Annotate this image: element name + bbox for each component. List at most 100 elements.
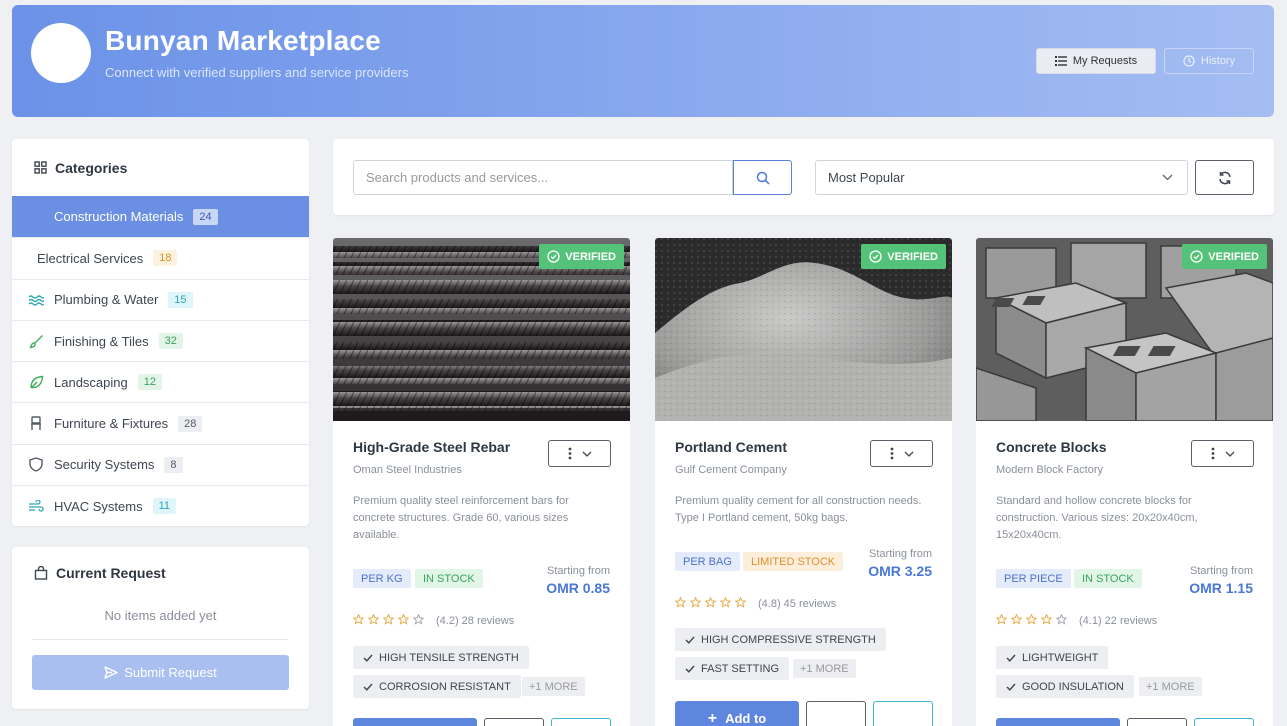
contact-button[interactable] xyxy=(551,718,611,726)
feature-label: CORROSION RESISTANT xyxy=(379,680,511,693)
shopping-bag-icon xyxy=(34,566,48,580)
product-supplier: Modern Block Factory xyxy=(996,464,1103,476)
refresh-button[interactable] xyxy=(1195,160,1254,195)
category-count-badge: 24 xyxy=(193,208,218,225)
sidebar-item-label: Landscaping xyxy=(54,374,128,390)
product-options-dropdown[interactable] xyxy=(1191,440,1254,467)
feature-label: FAST SETTING xyxy=(701,662,780,675)
check-icon xyxy=(1006,683,1016,691)
product-image: VERIFIED xyxy=(976,238,1273,421)
my-requests-button[interactable]: My Requests xyxy=(1036,48,1156,74)
price-label: Starting from xyxy=(1190,565,1253,577)
sidebar-item-label: Electrical Services xyxy=(37,250,144,266)
more-vertical-icon xyxy=(1211,447,1214,460)
category-count-badge: 15 xyxy=(168,291,193,308)
category-count-badge: 8 xyxy=(164,456,183,473)
water-waves-icon xyxy=(28,292,44,308)
verified-label: VERIFIED xyxy=(565,250,616,263)
sidebar-item-label: Furniture & Fixtures xyxy=(54,416,169,432)
details-button[interactable] xyxy=(484,718,544,726)
add-to-request-button[interactable]: + Add to xyxy=(675,701,799,726)
product-options-dropdown[interactable] xyxy=(870,440,933,467)
product-price: OMR 0.85 xyxy=(546,580,610,596)
category-count-badge: 11 xyxy=(152,498,177,515)
chair-icon xyxy=(28,416,44,432)
star-icon xyxy=(1010,613,1023,625)
feature-tag: FAST SETTING xyxy=(675,657,790,680)
history-button[interactable]: History xyxy=(1164,48,1254,74)
contact-button[interactable] xyxy=(1194,718,1254,726)
sidebar-item-label: Construction Materials xyxy=(54,209,184,225)
sidebar-item-hvac-systems[interactable]: HVAC Systems 11 xyxy=(12,485,309,526)
product-options-dropdown[interactable] xyxy=(548,440,611,467)
sidebar-item-security-systems[interactable]: Security Systems 8 xyxy=(12,443,309,485)
chevron-down-icon xyxy=(904,451,913,457)
stock-tag: LIMITED STOCK xyxy=(743,552,844,571)
history-icon xyxy=(1183,55,1195,67)
search-button[interactable] xyxy=(733,160,792,195)
rating-stars xyxy=(995,613,1071,628)
feature-label: LIGHTWEIGHT xyxy=(1022,651,1099,664)
star-icon xyxy=(1025,613,1038,625)
product-title: Portland Cement xyxy=(675,439,788,455)
leaf-icon xyxy=(28,374,44,390)
search-toolbar: Search products and services... Most Pop… xyxy=(333,139,1274,215)
check-icon xyxy=(685,636,695,644)
price-label: Starting from xyxy=(547,565,610,577)
star-icon xyxy=(397,613,410,625)
feature-label: HIGH COMPRESSIVE STRENGTH xyxy=(701,633,876,646)
submit-request-button[interactable]: Submit Request xyxy=(32,655,289,690)
details-button[interactable] xyxy=(1127,718,1187,726)
sidebar-item-furniture-fixtures[interactable]: Furniture & Fixtures 28 xyxy=(12,402,309,443)
search-placeholder: Search products and services... xyxy=(366,170,549,185)
shield-icon xyxy=(28,457,44,473)
unit-tag: PER KG xyxy=(353,569,411,588)
product-description: Premium quality cement for all construct… xyxy=(675,495,922,524)
more-features-tag[interactable]: +1 MORE xyxy=(1139,677,1202,696)
search-input[interactable]: Search products and services... xyxy=(353,160,733,195)
add-to-request-button[interactable] xyxy=(353,718,477,726)
rating-text: (4.2) 28 reviews xyxy=(436,615,515,627)
search-icon xyxy=(756,171,770,185)
product-price: OMR 1.15 xyxy=(1189,580,1253,596)
category-count-badge: 12 xyxy=(137,374,162,391)
sort-select[interactable]: Most Popular xyxy=(815,160,1188,195)
product-card-steel-rebar[interactable]: VERIFIED High-Grade Steel Rebar Oman Ste… xyxy=(333,238,630,726)
product-title: Concrete Blocks xyxy=(996,439,1107,455)
brand-logo xyxy=(31,23,91,83)
unit-tag: PER BAG xyxy=(675,552,740,571)
sidebar-item-electrical-services[interactable]: Electrical Services 18 xyxy=(12,237,309,278)
sidebar-item-construction-materials[interactable]: Construction Materials 24 xyxy=(12,196,309,238)
more-features-tag[interactable]: +1 MORE xyxy=(522,677,585,696)
rating-text: (4.8) 45 reviews xyxy=(758,598,837,610)
product-card-concrete-blocks[interactable]: VERIFIED Concrete Blocks Modern Block Fa… xyxy=(976,238,1273,726)
check-circle-icon xyxy=(869,250,882,263)
contact-button[interactable] xyxy=(873,701,933,726)
product-supplier: Oman Steel Industries xyxy=(353,464,462,476)
more-vertical-icon xyxy=(890,447,893,460)
details-button[interactable] xyxy=(806,701,866,726)
star-icon xyxy=(382,613,395,625)
add-to-request-button[interactable] xyxy=(996,718,1120,726)
sidebar-item-landscaping[interactable]: Landscaping 12 xyxy=(12,361,309,402)
sidebar-item-plumbing-water[interactable]: Plumbing & Water 15 xyxy=(12,278,309,320)
brand-title: Bunyan Marketplace xyxy=(105,25,381,56)
product-card-portland-cement[interactable]: VERIFIED Portland Cement Gulf Cement Com… xyxy=(655,238,952,726)
feature-tag: LIGHTWEIGHT xyxy=(996,646,1109,669)
page-header: Bunyan Marketplace Connect with verified… xyxy=(12,5,1274,117)
product-price: OMR 3.25 xyxy=(868,563,932,579)
sort-value: Most Popular xyxy=(828,170,905,185)
add-to-request-label: Add to xyxy=(725,711,767,726)
more-features-tag[interactable]: +1 MORE xyxy=(793,659,856,678)
sidebar-item-finishing-tiles[interactable]: Finishing & Tiles 32 xyxy=(12,319,309,361)
wind-icon xyxy=(28,498,44,514)
current-request-title: Current Request xyxy=(56,565,166,581)
star-icon xyxy=(412,613,425,625)
product-image: VERIFIED xyxy=(333,238,630,421)
check-icon xyxy=(1006,654,1016,662)
product-rating: (4.8) 45 reviews xyxy=(674,596,837,611)
star-icon xyxy=(689,596,702,608)
star-icon xyxy=(674,596,687,608)
verified-badge: VERIFIED xyxy=(1182,244,1267,269)
category-count-badge: 18 xyxy=(153,250,178,267)
